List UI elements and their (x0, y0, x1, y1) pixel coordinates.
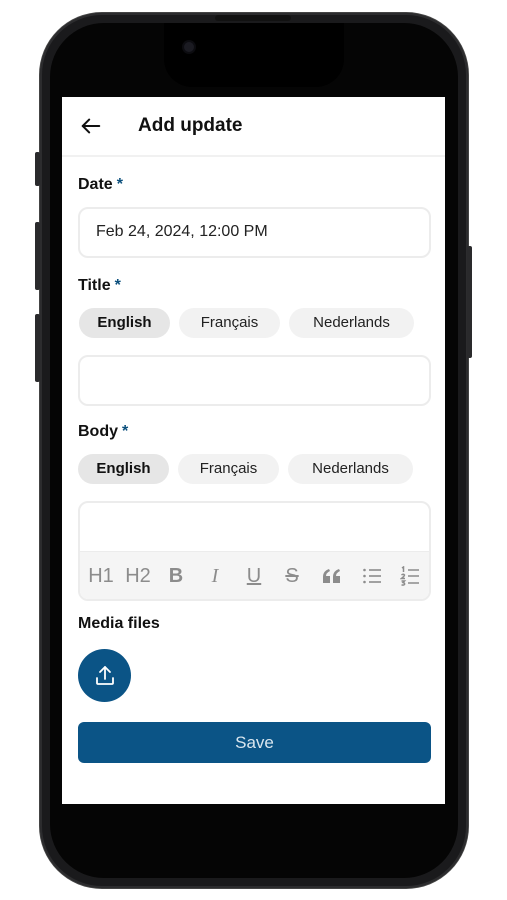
italic-icon[interactable]: I (204, 562, 226, 590)
editor-toolbar: H1 H2 B I U S (80, 551, 429, 599)
volume-up-button (35, 222, 40, 290)
notch (164, 23, 344, 87)
title-tab-english[interactable]: English (79, 308, 170, 338)
volume-switch (35, 152, 40, 186)
date-label-text: Date (78, 176, 113, 193)
upload-button[interactable] (78, 649, 131, 702)
title-label: Title * (78, 277, 121, 295)
strikethrough-icon[interactable]: S (280, 562, 304, 590)
numbered-list-icon[interactable] (396, 562, 424, 590)
upload-icon (95, 665, 114, 685)
title-tab-nederlands[interactable]: Nederlands (289, 308, 414, 338)
date-value: Feb 24, 2024, 12:00 PM (96, 223, 268, 240)
arrow-left-icon[interactable] (80, 115, 102, 137)
body-editor[interactable]: H1 H2 B I U S (78, 501, 431, 601)
media-files-label: Media files (78, 615, 160, 632)
required-mark: * (116, 176, 123, 193)
underline-icon[interactable]: U (242, 562, 266, 590)
body-tab-english[interactable]: English (78, 454, 169, 484)
title-input[interactable] (78, 355, 431, 406)
camera (184, 42, 194, 52)
body-label: Body * (78, 423, 128, 441)
bullet-list-icon[interactable] (358, 562, 386, 590)
speaker-grille (215, 15, 291, 21)
app-header: Add update (62, 97, 445, 157)
date-label: Date * (78, 176, 123, 194)
title-label-text: Title (78, 277, 111, 294)
heading1-icon[interactable]: H1 (86, 562, 116, 590)
quote-icon[interactable] (318, 562, 346, 590)
app-screen: Add update Date * Feb 24, 2024, 12:00 PM … (62, 97, 445, 804)
required-mark: * (122, 423, 129, 440)
title-tab-francais[interactable]: Français (179, 308, 280, 338)
required-mark: * (114, 277, 121, 294)
volume-down-button (35, 314, 40, 382)
body-tab-francais[interactable]: Français (178, 454, 279, 484)
save-button[interactable]: Save (78, 722, 431, 763)
power-button (467, 246, 472, 358)
body-tab-nederlands[interactable]: Nederlands (288, 454, 413, 484)
body-label-text: Body (78, 423, 118, 440)
bold-icon[interactable]: B (165, 562, 187, 590)
heading2-icon[interactable]: H2 (122, 562, 154, 590)
page-title: Add update (138, 115, 243, 136)
date-field[interactable]: Feb 24, 2024, 12:00 PM (78, 207, 431, 258)
